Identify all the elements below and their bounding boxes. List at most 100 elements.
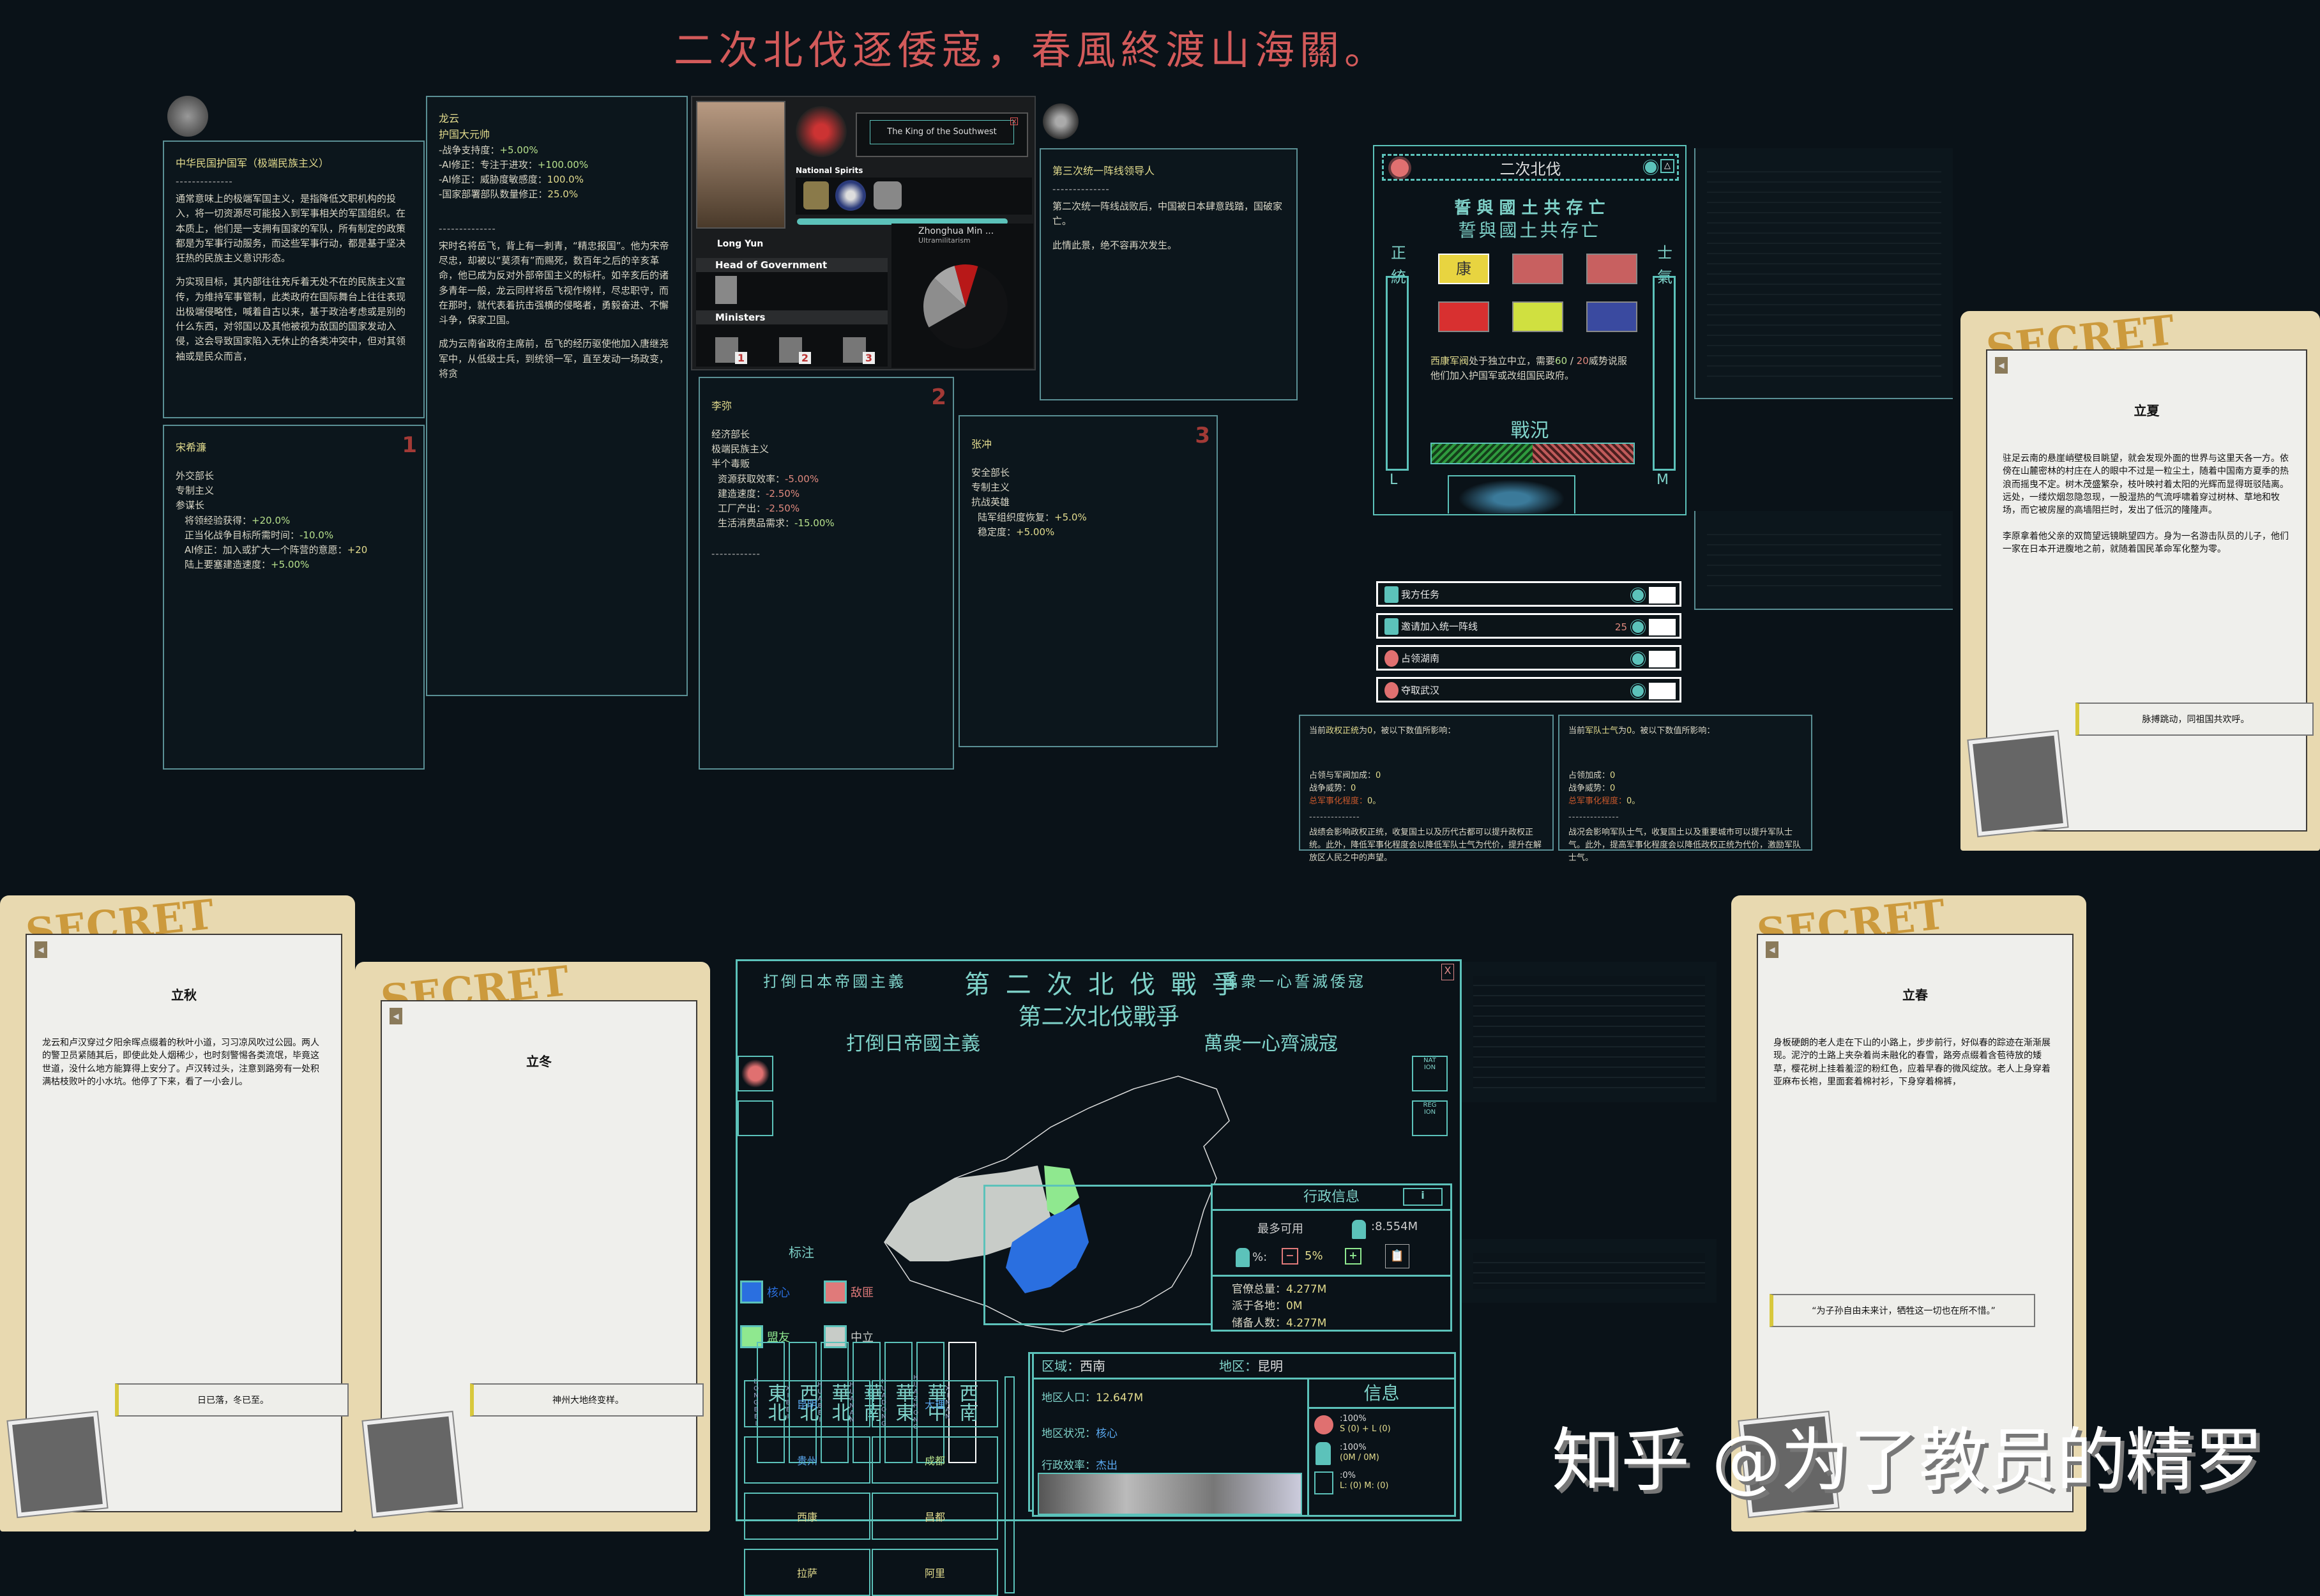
increase-button[interactable]: + (1345, 1248, 1361, 1265)
soldier-icon (1236, 1248, 1250, 1267)
prestige-required: 60 (1555, 355, 1568, 367)
modifier-value: +5.00% (271, 559, 310, 571)
sun-emblem-button[interactable] (738, 1056, 773, 1091)
minister-role: 安全部长 (971, 466, 1010, 478)
info-line: 战争威势：0 (1309, 782, 1543, 795)
decision-title: 二次北伐 (1382, 154, 1679, 181)
decision-description-panel-2 (1694, 511, 1953, 610)
city-button[interactable]: 贵州 (744, 1436, 870, 1484)
info-line-label: 占领与军阀加成： (1309, 771, 1376, 781)
close-icon[interactable]: × (1010, 118, 1018, 125)
minister-number: 1 (402, 432, 417, 458)
minister-portrait[interactable]: 1 (715, 337, 747, 364)
clipboard-icon[interactable]: 📋 (1385, 1244, 1409, 1268)
paragraph: 此情此景，绝不容再次发生。 (1052, 239, 1178, 251)
percent-label: %: (1252, 1250, 1268, 1264)
admin-row: 储备人数：4.277M (1232, 1315, 1326, 1332)
leader-portrait[interactable] (696, 101, 785, 229)
mission-item[interactable]: 我方任务 (1376, 581, 1681, 607)
city-button[interactable]: 阿里 (872, 1549, 998, 1596)
info-content: 当前军队士气为0。被以下数值所影响： 占领加成：0 战争威势：0 总军事化程度：0。 -… (1568, 725, 1802, 865)
city-button[interactable]: 成都 (872, 1436, 998, 1484)
population-label: 地区人口： (1042, 1392, 1096, 1404)
stat-2: :100% (1340, 1442, 1367, 1452)
popularity-pie[interactable] (921, 262, 1010, 351)
legend-label: 核心 (767, 1286, 790, 1300)
minister-number-badge: 2 (798, 352, 811, 364)
dismiss-envelope-icon[interactable] (1649, 683, 1676, 699)
city-button[interactable]: 昌都 (872, 1493, 998, 1540)
region-tab[interactable]: REG ION (1412, 1100, 1448, 1136)
slogan-1: 誓 與 國 土 共 存 亡 (1454, 199, 1605, 218)
city-button[interactable]: 拉萨 (744, 1549, 870, 1596)
war-balance-enemy (1533, 444, 1634, 463)
dismiss-envelope-icon[interactable] (1649, 619, 1676, 635)
focus-title-box[interactable]: The King of the Southwest × (856, 112, 1028, 157)
soldier-icon (1315, 1442, 1331, 1465)
back-button[interactable]: ◀ (34, 941, 47, 958)
mission-item[interactable]: 占领湖南 (1376, 645, 1681, 671)
focus-crown-icon[interactable] (796, 106, 847, 157)
minister-trait: 参谋长 (176, 499, 205, 512)
back-button[interactable]: ◀ (390, 1008, 402, 1024)
story-photo (363, 1412, 462, 1517)
story-folder: SECRET ◀ 立夏 驻足云南的悬崖峭壁极目眺望，就会发现外面的世界与这里天各一方。… (1960, 307, 2320, 851)
decision-description-panel (1694, 148, 1953, 399)
collapse-triangle-button[interactable]: △ (1660, 159, 1674, 173)
close-button[interactable]: X (1441, 964, 1454, 980)
mission-item[interactable]: 邀请加入统一阵线 25 (1376, 613, 1681, 639)
kang-flag-icon[interactable]: 康 (1438, 254, 1489, 284)
ningxia-flag-icon[interactable] (1586, 254, 1637, 284)
minister-portrait[interactable]: 3 (843, 337, 875, 364)
third-front-heading: 第三次统一阵线领导人 (1052, 165, 1155, 177)
modifier-label: 正当化战争目标所需时间： (185, 529, 300, 541)
china-minimap[interactable] (1448, 475, 1575, 513)
story-title: 立冬 (526, 1054, 552, 1069)
city-button[interactable]: 大理 (872, 1380, 998, 1427)
dismiss-envelope-icon[interactable] (1649, 587, 1676, 604)
decrease-button[interactable]: − (1282, 1248, 1298, 1265)
modifier-label: -AI修正：专注于进攻： (439, 158, 538, 171)
mission-actions (1631, 651, 1676, 667)
gui-flag-icon[interactable] (1512, 254, 1563, 284)
modifier-list: 将领经验获得：+20.0% 正当化战争目标所需时间：-10.0% AI修正：加入或扩… (176, 513, 412, 573)
info-line-value: 0 (1610, 771, 1616, 781)
leader-title: 护国大元帅 (439, 128, 490, 141)
head-of-government-portrait[interactable] (715, 276, 737, 304)
back-button[interactable]: ◀ (1766, 941, 1778, 958)
party-popularity-panel: Zhonghua Min ... Ultramilitarism (891, 224, 1033, 368)
national-spirits-label: National Spirits (796, 166, 863, 175)
dismiss-envelope-icon[interactable] (1649, 651, 1676, 667)
efficiency-label: 行政效率： (1042, 1459, 1096, 1472)
red-sun-icon (1384, 682, 1399, 699)
district-label: 地区： (1219, 1358, 1257, 1374)
tibet-flag-icon[interactable] (1586, 301, 1637, 332)
city-button[interactable]: 昆明 (744, 1380, 870, 1427)
stat-3: :0% (1340, 1471, 1356, 1480)
back-button[interactable]: ◀ (1995, 357, 2008, 374)
status-label: 地区状况： (1042, 1427, 1096, 1440)
fist-spirit-icon[interactable] (874, 181, 902, 209)
mission-item[interactable]: 夺取武汉 (1376, 677, 1681, 703)
modifier-label: 将领经验获得： (185, 514, 252, 526)
city-button[interactable]: 西康 (744, 1493, 870, 1540)
modifier-value: +5.00% (499, 144, 538, 156)
nationalism-tab[interactable]: NAT ION (1412, 1056, 1448, 1091)
saluting-officer-spirit-icon[interactable] (803, 181, 829, 209)
legend-item: 核心 (740, 1281, 790, 1303)
building-button[interactable] (738, 1100, 773, 1136)
leader-panel: 龙云 护国大元帅 -战争支持度：+5.00% -AI修正：专注于进攻：+100.0… (426, 96, 688, 696)
star-flag-icon[interactable] (1512, 301, 1563, 332)
story-caption: 脉搏跳动，同祖国共欢呼。 (2075, 703, 2314, 736)
info-button[interactable]: i (1403, 1188, 1443, 1206)
divider: -------------- (439, 222, 496, 234)
note-slash: / (1567, 355, 1577, 367)
minister-name: 张冲 (971, 438, 992, 450)
minister-portrait[interactable]: 2 (779, 337, 811, 364)
minister-number: 3 (1195, 423, 1210, 448)
kmt-sun-spirit-icon[interactable] (835, 180, 866, 211)
hui-flag-icon[interactable] (1438, 301, 1489, 332)
city-list-scrollbar[interactable] (1005, 1376, 1015, 1593)
text-block (1473, 1253, 1705, 1289)
